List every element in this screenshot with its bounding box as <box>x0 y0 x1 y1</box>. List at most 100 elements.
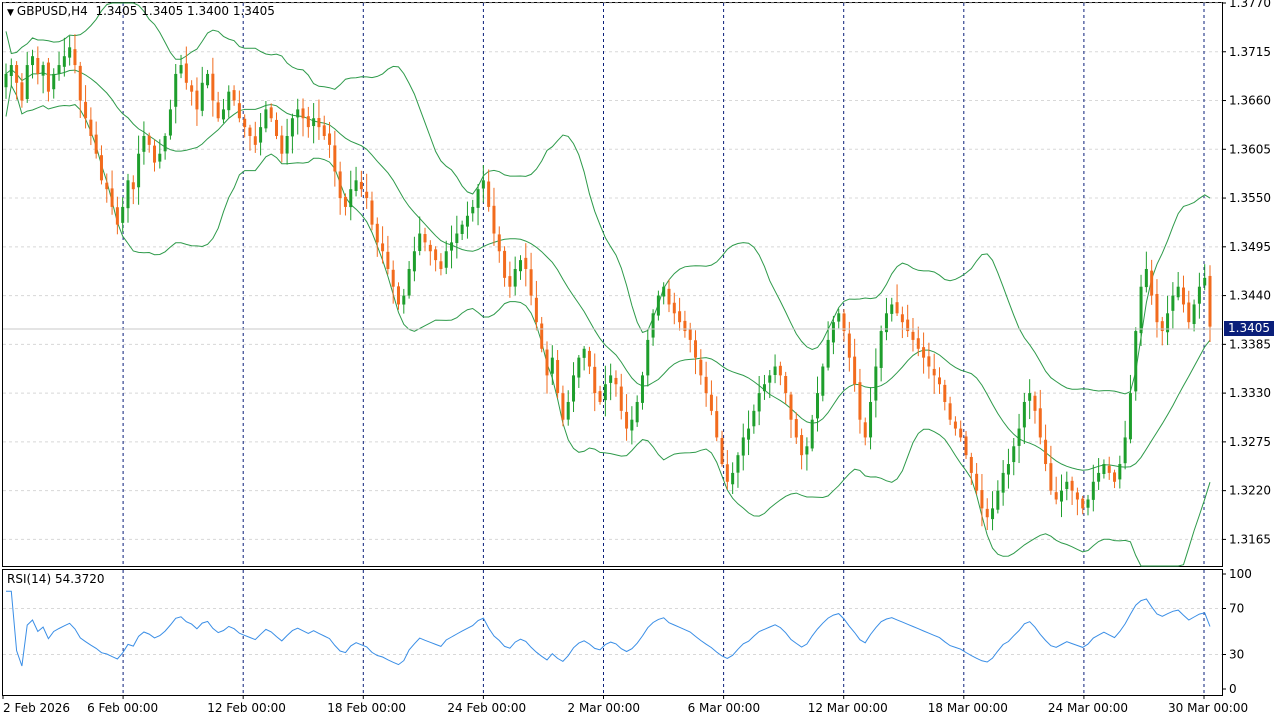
candle-bear <box>343 196 347 207</box>
candle-bear <box>94 134 98 154</box>
candle-bear <box>948 403 952 420</box>
triangle-down-icon[interactable]: ▼ <box>7 8 14 18</box>
candle-bull <box>826 339 830 368</box>
candle-bear <box>365 191 369 199</box>
y-tick-label: 1.3605 <box>1229 142 1271 156</box>
candle-bull <box>874 366 878 401</box>
candle-bear <box>370 200 374 225</box>
candle-bull <box>126 180 130 209</box>
candle-bull <box>227 91 231 111</box>
candle-bull <box>816 393 820 419</box>
candle-bear <box>614 377 618 385</box>
candle-bear <box>20 82 24 101</box>
candle-bear <box>847 333 851 358</box>
candle-bear <box>1049 463 1053 491</box>
candle-bear <box>338 171 342 199</box>
candle-bull <box>768 375 772 383</box>
candle-bull <box>31 56 35 66</box>
candle-bull <box>1123 437 1127 464</box>
candle-bull <box>996 490 1000 510</box>
candle-bear <box>911 331 915 340</box>
candle-bear <box>900 314 904 323</box>
x-tick-label: 12 Feb 00:00 <box>207 701 286 715</box>
candle-bull <box>741 437 745 456</box>
candle-bear <box>317 118 321 128</box>
candle-bull <box>731 472 735 485</box>
x-tick-label: 18 Feb 00:00 <box>327 701 406 715</box>
candle-bull <box>757 393 761 412</box>
symbol-timeframe[interactable]: GBPUSD,H4 <box>17 4 88 18</box>
candle-bear <box>1155 293 1159 323</box>
price-chart[interactable]: 1.3770 1.3715 1.3660 1.3605 1.3550 1.3495 1.34… <box>0 0 1280 720</box>
candle-bull <box>1017 428 1021 446</box>
candle-bull <box>471 206 475 214</box>
candle-bear <box>105 182 109 190</box>
candle-bear <box>672 302 676 314</box>
candle-bull <box>577 357 581 378</box>
candle-bull <box>121 206 125 223</box>
candle-bull <box>1203 277 1207 286</box>
candle-bear <box>725 464 729 482</box>
candle-bear <box>328 133 332 145</box>
candle-bull <box>1128 393 1132 440</box>
candle-bull <box>142 135 146 152</box>
candle-bear <box>46 62 50 92</box>
current-price-tag: 1.3405 <box>1224 321 1274 336</box>
candle-bear <box>275 119 279 136</box>
candle-bull <box>837 313 841 322</box>
candle-bull <box>412 251 416 272</box>
candle-bull <box>550 357 554 374</box>
candle-bear <box>784 376 788 394</box>
candle-bear <box>396 286 400 305</box>
candle-bear <box>1044 439 1048 465</box>
candle-bear <box>216 102 220 119</box>
x-tick-label: 2 Feb 2026 <box>3 701 70 715</box>
candle-bear <box>688 329 692 340</box>
candle-bull <box>831 322 835 343</box>
candle-bull <box>41 65 45 76</box>
candle-bear <box>89 119 93 136</box>
y-tick-label: 1.3715 <box>1229 45 1271 59</box>
candle-bear <box>943 384 947 402</box>
candle-bull <box>640 375 644 403</box>
candle-bull <box>9 65 13 76</box>
candle-bear <box>625 411 629 429</box>
candle-bear <box>243 118 247 128</box>
candle-bear <box>969 456 973 473</box>
candle-bull <box>1022 401 1026 428</box>
candle-bull <box>52 73 56 90</box>
candle-bull <box>285 135 289 154</box>
candle-bull <box>460 224 464 234</box>
candle-bull <box>407 268 411 296</box>
candle-bear <box>84 101 88 119</box>
candle-bull <box>747 428 751 440</box>
candle-bull <box>752 410 756 427</box>
x-tick-label: 6 Feb 00:00 <box>87 701 158 715</box>
ohlc-values: 1.3405 1.3405 1.3400 1.3405 <box>95 4 275 18</box>
candle-bull <box>450 242 454 251</box>
candle-bear <box>147 135 151 145</box>
candle-bear <box>248 127 252 136</box>
candle-bull <box>1091 481 1095 500</box>
candle-bear <box>534 297 538 323</box>
candle-bull <box>354 180 358 192</box>
y-tick-label: 1.3550 <box>1229 191 1271 205</box>
main-chart-frame <box>2 2 1223 567</box>
candle-bull <box>572 375 576 402</box>
y-tick-label: 1.3275 <box>1229 435 1271 449</box>
candle-bear <box>1208 275 1212 327</box>
candle-bull <box>651 313 655 338</box>
candle-bull <box>290 118 294 137</box>
candle-bull <box>662 286 666 297</box>
candle-bull <box>465 215 469 227</box>
candle-bull <box>513 268 517 287</box>
candle-bull <box>57 65 61 74</box>
candle-bear <box>359 181 363 190</box>
candle-bear <box>110 188 114 207</box>
candle-bear <box>858 382 862 420</box>
candle-bear <box>280 135 284 154</box>
y-tick-label: 1.3440 <box>1229 289 1271 303</box>
candle-bear <box>1160 321 1164 332</box>
candle-bear <box>937 377 941 385</box>
x-tick-label: 12 Mar 00:00 <box>808 701 888 715</box>
